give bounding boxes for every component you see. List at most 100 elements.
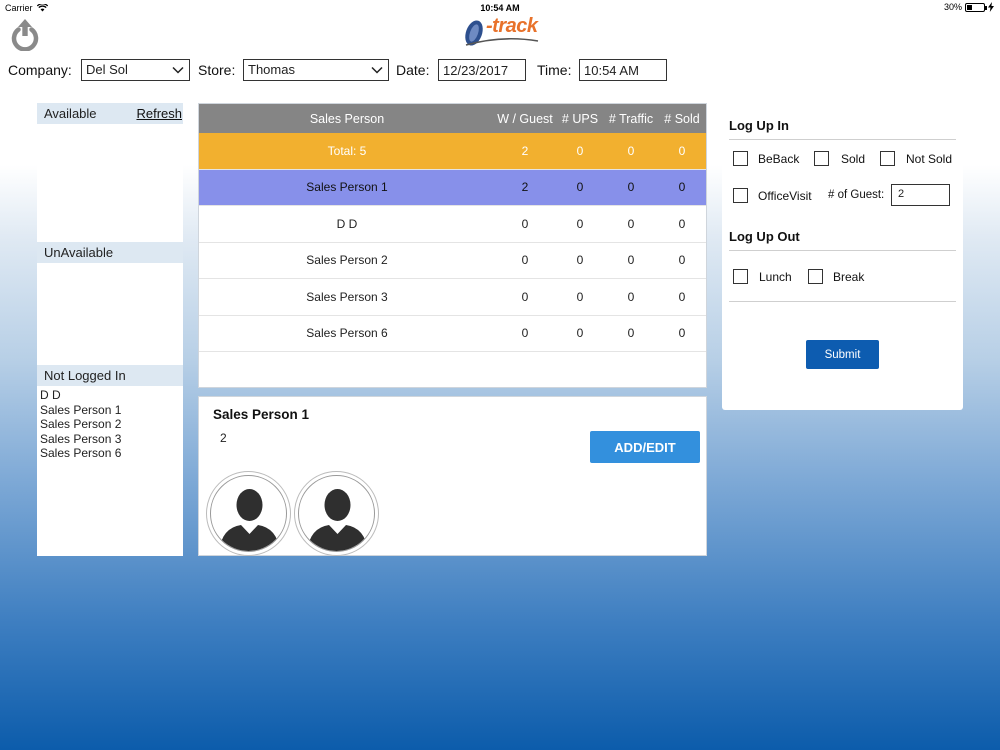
table-row[interactable]: D D 0 0 0 0: [199, 206, 706, 243]
sold-label: Sold: [841, 152, 866, 166]
lunch-label: Lunch: [759, 270, 792, 284]
cell-traffic: 0: [627, 180, 635, 195]
logo-text: -track: [486, 15, 538, 37]
not-logged-in-label: Not Logged In: [44, 368, 126, 383]
total-label: Total: 5: [327, 143, 367, 158]
cell-traffic: 0: [627, 216, 635, 231]
date-label: Date:: [396, 62, 430, 78]
availability-panel: Available Refresh UnAvailable Not Logged…: [37, 103, 183, 556]
available-label: Available: [44, 106, 97, 121]
chevron-down-icon: [371, 66, 383, 74]
list-item[interactable]: D D: [40, 388, 180, 403]
sold-checkbox[interactable]: [814, 151, 829, 166]
header-traffic: # Traffic: [608, 111, 654, 126]
log-up-panel: Log Up In BeBack Sold Not Sold OfficeVis…: [722, 103, 963, 410]
header-ups: # UPS: [561, 111, 599, 126]
not-sold-checkbox[interactable]: [880, 151, 895, 166]
battery-icon: [965, 2, 987, 12]
detail-title: Sales Person 1: [213, 407, 310, 422]
guest-avatar[interactable]: [294, 471, 379, 556]
cell-ups: 0: [576, 289, 584, 304]
cell-traffic: 0: [627, 289, 635, 304]
available-list: [37, 124, 183, 242]
guest-count-label: # of Guest:: [828, 189, 885, 201]
table-row[interactable]: Sales Person 3 0 0 0 0: [199, 279, 706, 316]
not-sold-label: Not Sold: [906, 152, 953, 166]
company-value: Del Sol: [86, 62, 128, 77]
divider: [729, 139, 956, 140]
cell-name: D D: [336, 216, 358, 231]
battery-percent: 30%: [943, 2, 962, 12]
divider: [729, 301, 956, 302]
cell-name: Sales Person 6: [306, 326, 388, 341]
list-item[interactable]: Sales Person 6: [40, 446, 180, 461]
cell-ups: 0: [576, 216, 584, 231]
store-value: Thomas: [248, 62, 295, 77]
total-traffic: 0: [627, 143, 635, 158]
person-silhouette-icon: [219, 489, 280, 551]
office-visit-checkbox[interactable]: [733, 188, 748, 203]
cell-sold: 0: [678, 326, 686, 341]
list-item[interactable]: Sales Person 2: [40, 417, 180, 432]
total-ups: 0: [576, 143, 584, 158]
date-input[interactable]: 12/23/2017: [438, 59, 526, 81]
office-visit-label: OfficeVisit: [758, 189, 812, 203]
cell-name: Sales Person 3: [306, 289, 388, 304]
table-row[interactable]: Sales Person 6 0 0 0 0: [199, 316, 706, 352]
store-label: Store:: [198, 62, 236, 78]
unavailable-header: UnAvailable: [37, 242, 183, 263]
unavailable-label: UnAvailable: [44, 245, 114, 260]
table-row[interactable]: Sales Person 2 0 0 0 0: [199, 243, 706, 279]
available-header: Available Refresh: [37, 103, 183, 124]
sales-person-detail: Sales Person 1 2 ADD/EDIT: [198, 396, 707, 556]
guest-count-input[interactable]: 2: [891, 184, 950, 206]
charging-icon: [988, 2, 994, 12]
cell-traffic: 0: [627, 253, 635, 268]
store-select[interactable]: Thomas: [243, 59, 389, 81]
divider: [729, 250, 956, 251]
unavailable-list: [37, 263, 183, 365]
power-icon: [11, 19, 39, 52]
itrack-logo: -track: [462, 15, 542, 51]
header-sales-person: Sales Person: [309, 111, 385, 126]
status-bar: Carrier 10:54 AM 30%: [0, 0, 1000, 16]
cell-sold: 0: [678, 180, 686, 195]
cell-ups: 0: [576, 180, 584, 195]
add-edit-button[interactable]: ADD/EDIT: [590, 431, 700, 463]
clock: 10:54 AM: [480, 3, 520, 13]
company-select[interactable]: Del Sol: [81, 59, 190, 81]
log-up-out-heading: Log Up Out: [729, 229, 800, 244]
submit-button[interactable]: Submit: [806, 340, 879, 369]
cell-w-guest: 0: [521, 289, 529, 304]
total-w-guest: 2: [521, 143, 529, 158]
header-sold: # Sold: [664, 111, 700, 126]
cell-sold: 0: [678, 253, 686, 268]
detail-guest-count: 2: [220, 431, 227, 445]
list-item[interactable]: Sales Person 1: [40, 403, 180, 418]
guest-avatar[interactable]: [206, 471, 291, 556]
list-item[interactable]: Sales Person 3: [40, 432, 180, 447]
break-checkbox[interactable]: [808, 269, 823, 284]
cell-traffic: 0: [627, 326, 635, 341]
time-input[interactable]: 10:54 AM: [579, 59, 667, 81]
not-logged-in-header: Not Logged In: [37, 365, 183, 386]
cell-ups: 0: [576, 253, 584, 268]
logout-button[interactable]: [8, 17, 42, 52]
beback-label: BeBack: [758, 152, 800, 166]
person-silhouette-icon: [307, 489, 368, 551]
beback-checkbox[interactable]: [733, 151, 748, 166]
refresh-link[interactable]: Refresh: [136, 106, 182, 121]
header-w-guest: W / Guest: [497, 111, 553, 126]
cell-name: Sales Person 1: [306, 180, 388, 195]
total-sold: 0: [678, 143, 686, 158]
sales-table: Sales Person W / Guest # UPS # Traffic #…: [198, 103, 707, 388]
time-label: Time:: [537, 62, 572, 78]
cell-w-guest: 0: [521, 216, 529, 231]
cell-ups: 0: [576, 326, 584, 341]
total-row: Total: 5 2 0 0 0: [199, 133, 706, 170]
cell-w-guest: 0: [521, 326, 529, 341]
cell-w-guest: 2: [521, 180, 529, 195]
table-row[interactable]: Sales Person 1 2 0 0 0: [199, 169, 706, 206]
lunch-checkbox[interactable]: [733, 269, 748, 284]
cell-sold: 0: [678, 216, 686, 231]
